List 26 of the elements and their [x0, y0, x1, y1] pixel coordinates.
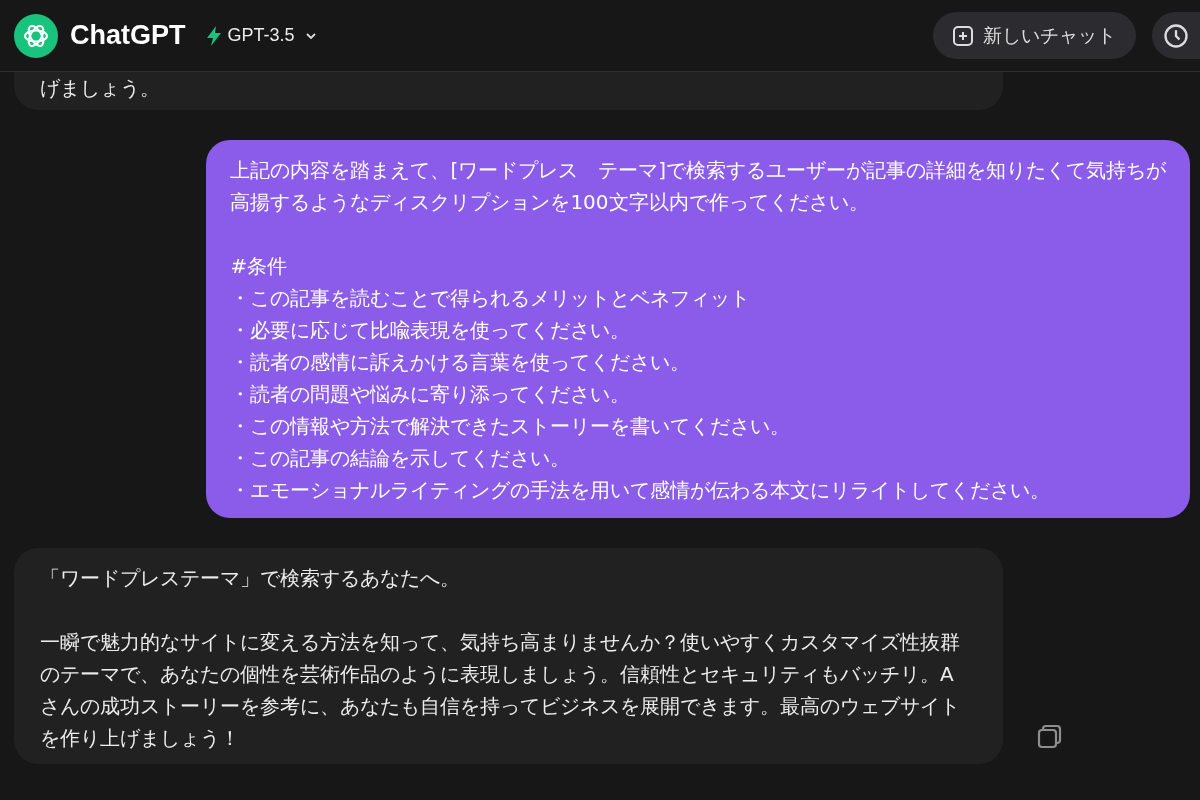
message-line: ・読者の感情に訴えかける言葉を使ってください。 [230, 349, 691, 376]
brand-name: ChatGPT [70, 20, 186, 51]
message-line: 一瞬で魅力的なサイトに変える方法を知って、気持ち高まりませんか？使いやすくカスタマイズ性抜群 [40, 629, 960, 656]
copy-icon[interactable] [1037, 724, 1063, 750]
message-line: のテーマで、あなたの個性を芸術作品のように表現しましょう。信頼性とセキュリティもバッチリ。A [40, 661, 954, 688]
model-selector[interactable]: GPT-3.5 [205, 21, 317, 50]
message-line: ・この情報や方法で解決できたストーリーを書いてください。 [230, 413, 791, 440]
history-button[interactable] [1152, 12, 1200, 59]
message-line: 上記の内容を踏まえて、[ワードプレス テーマ]で検索するユーザーが記事の詳細を知りたくて気持ちが [230, 157, 1166, 184]
clock-icon [1162, 21, 1190, 50]
message-line: 高揚するようなディスクリプションを100文字以内で作ってください。 [230, 189, 869, 216]
message-line: ・エモーショナルライティングの手法を用いて感情が伝わる本文にリライトしてください。 [230, 477, 1051, 504]
message-line: を作り上げましょう！ [40, 725, 240, 752]
message-line: ・この記事の結論を示してください。 [230, 445, 571, 472]
message-line: げましょう。 [40, 75, 160, 102]
message-line: 「ワードプレステーマ」で検索するあなたへ。 [40, 565, 460, 592]
plus-square-icon [951, 23, 975, 48]
new-chat-button[interactable]: 新しいチャット [933, 12, 1136, 59]
lightning-icon [205, 25, 222, 46]
message-line: ・この記事を読むことで得られるメリットとベネフィット [230, 285, 751, 312]
message-line: さんの成功ストーリーを参考に、あなたも自信を持ってビジネスを展開できます。最高のウェブサイト [40, 693, 960, 720]
message-line: ・必要に応じて比喩表現を使ってください。 [230, 317, 631, 344]
message-line: #条件 [230, 253, 288, 280]
logo-icon [14, 13, 58, 58]
chevron-down-icon [304, 31, 317, 40]
message-line: ・読者の問題や悩みに寄り添ってください。 [230, 381, 631, 408]
